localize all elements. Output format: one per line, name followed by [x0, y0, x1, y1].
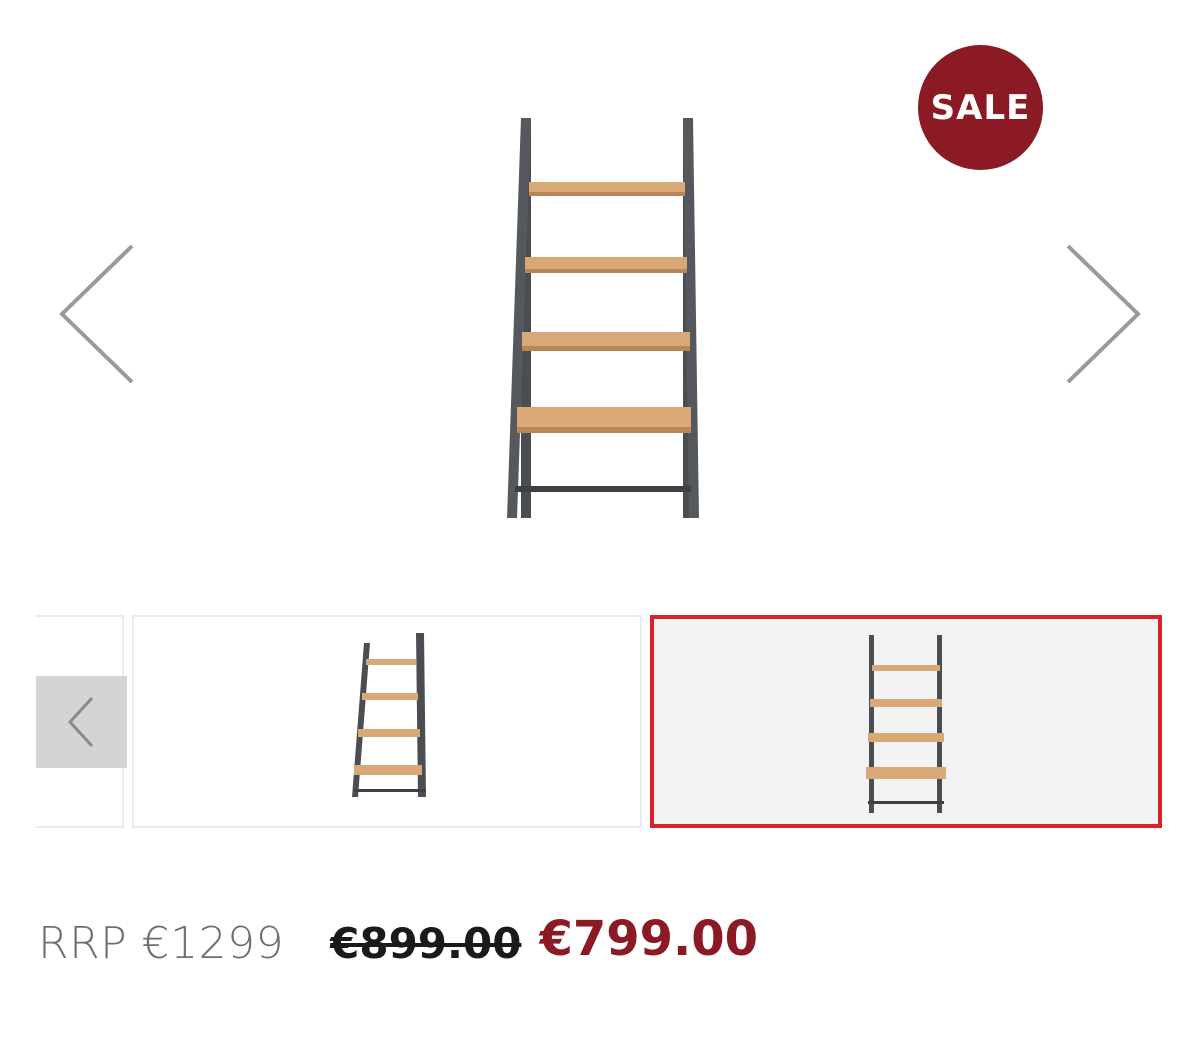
sale-price: €799.00 — [539, 911, 759, 967]
old-price: €899.00 — [330, 918, 522, 968]
chevron-left-icon — [67, 696, 93, 748]
price-row: RRP €1299 €899.00 €799.00 — [38, 908, 758, 978]
thumbnail-prev-button[interactable] — [36, 676, 127, 768]
chevron-left-icon — [59, 244, 134, 384]
ladder-shelf-front-thumb[interactable] — [650, 615, 1162, 828]
ladder-shelf-angled-image — [352, 633, 426, 797]
chevron-right-icon — [1066, 244, 1141, 384]
sale-badge-label: SALE — [930, 87, 1031, 128]
product-gallery: SALE — [0, 0, 1200, 580]
rrp-price: RRP €1299 — [38, 917, 285, 969]
thumbnail-strip — [36, 615, 1166, 830]
ladder-shelf-angled-thumb[interactable] — [132, 615, 642, 828]
ladder-shelf-image — [507, 118, 699, 518]
gallery-prev-button[interactable] — [50, 240, 140, 390]
gallery-next-button[interactable] — [1060, 240, 1150, 390]
sale-badge: SALE — [918, 45, 1043, 170]
ladder-shelf-front-image — [866, 635, 946, 813]
